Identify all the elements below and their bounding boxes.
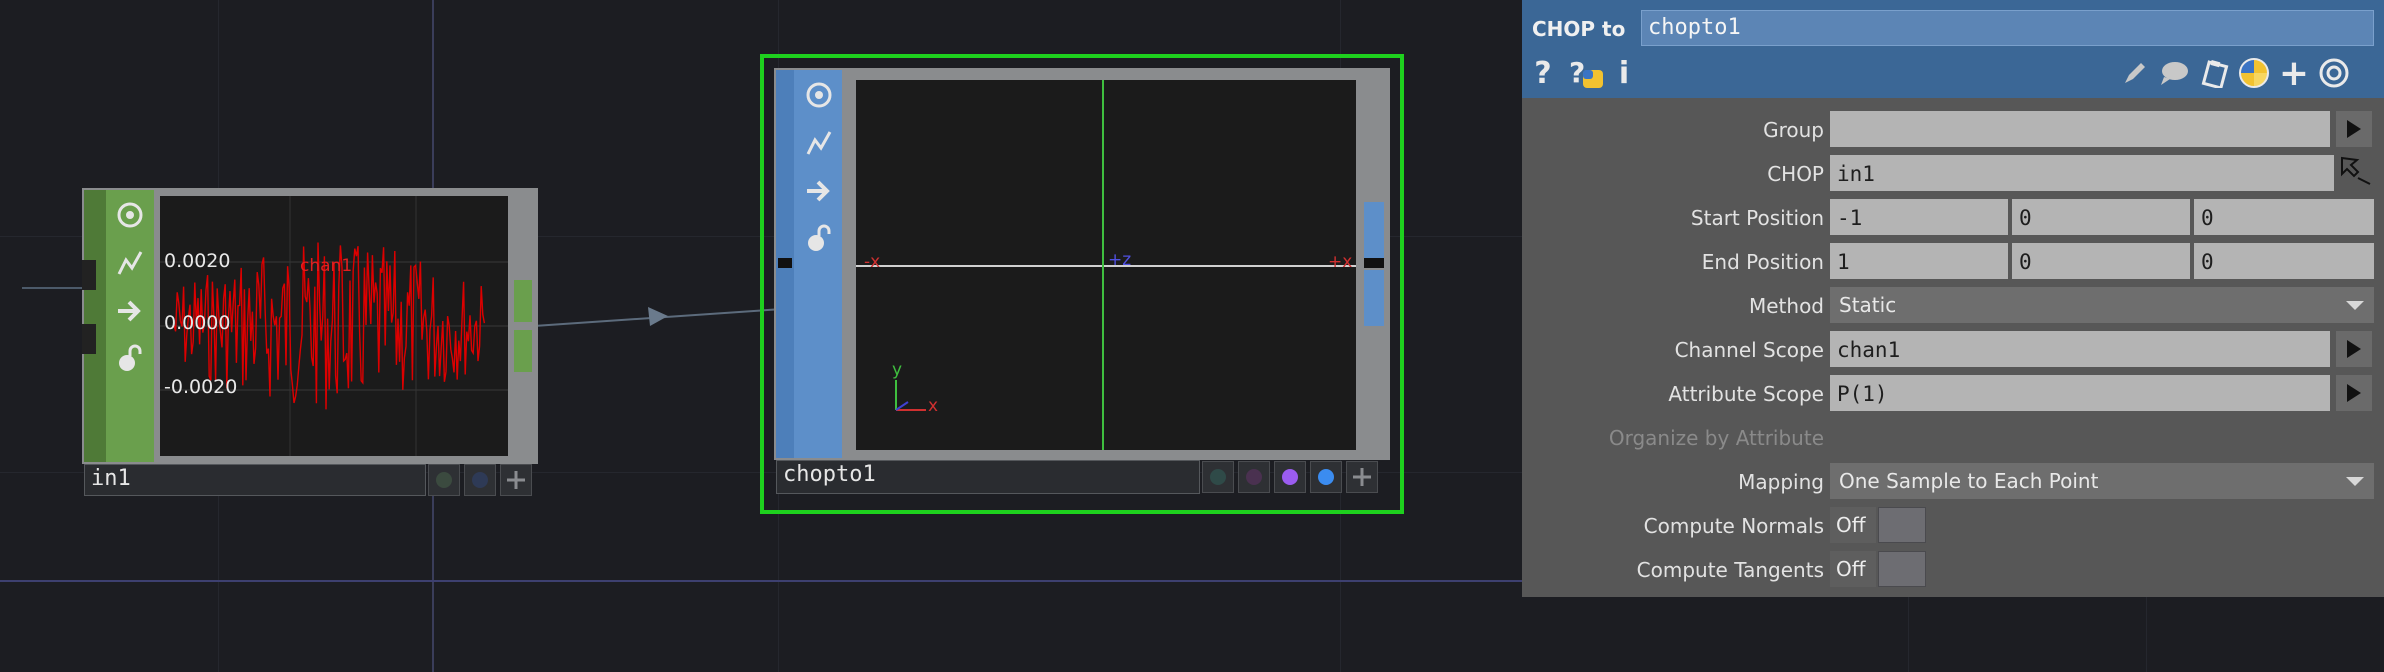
group-menu-button[interactable]: [2336, 111, 2372, 147]
input-connector[interactable]: [778, 258, 792, 268]
mapping-label: Mapping: [1738, 470, 1824, 494]
viewer-label-mid: 0.0000: [164, 312, 231, 334]
wire-arrow-icon: [648, 307, 668, 326]
add-icon-glyph: +: [2278, 52, 2310, 94]
group-field[interactable]: [1830, 111, 2330, 147]
compute-normals-label: Compute Normals: [1643, 514, 1824, 538]
start-position-x[interactable]: -1: [1830, 199, 2008, 235]
info-icon[interactable]: i: [1614, 55, 1634, 91]
channel-scope-field[interactable]: chan1: [1830, 331, 2330, 367]
viewer-dot-button[interactable]: [1202, 461, 1234, 493]
axis-label-pos-x: +x: [1328, 252, 1353, 272]
output-connector[interactable]: [1364, 258, 1384, 268]
output-connector[interactable]: [514, 330, 532, 372]
panel-header: CHOP to chopto1 ? ? i +: [1522, 0, 2384, 98]
end-position-x[interactable]: 1: [1830, 243, 2008, 279]
move-icon[interactable]: [1346, 461, 1378, 493]
viewer-dot-button[interactable]: [1238, 461, 1270, 493]
input-connector[interactable]: [82, 324, 96, 354]
play-icon: [2347, 120, 2361, 138]
compute-tangents-value: Off: [1830, 551, 1876, 587]
mapping-value: One Sample to Each Point: [1839, 469, 2099, 493]
channel-scope-menu-button[interactable]: [2336, 331, 2372, 367]
viewer-dot-button[interactable]: [1274, 461, 1306, 493]
operator-name-field[interactable]: chopto1: [1641, 10, 2374, 46]
viewer-dot-button[interactable]: [428, 464, 460, 496]
clipboard-icon[interactable]: [2198, 56, 2232, 90]
play-icon: [2347, 340, 2361, 358]
play-icon: [2347, 384, 2361, 402]
method-value: Static: [1839, 293, 1897, 317]
node-in1[interactable]: 0.0020 0.0000 -0.0020 chan1 in1: [82, 184, 538, 498]
python-help-icon[interactable]: ?: [1566, 56, 1606, 90]
node-chopto1[interactable]: -x +z +x y x chopto1: [760, 54, 1404, 514]
node-name-label[interactable]: chopto1: [776, 460, 1200, 494]
axis-label-neg-x: -x: [864, 252, 881, 272]
node-viewer[interactable]: -x +z +x y x: [856, 80, 1356, 450]
organize-by-attribute-label: Organize by Attribute: [1608, 426, 1824, 450]
method-dropdown[interactable]: Static: [1830, 287, 2374, 323]
node-viewer[interactable]: 0.0020 0.0000 -0.0020 chan1: [160, 196, 508, 456]
output-connector[interactable]: [1364, 202, 1384, 258]
end-position-label: End Position: [1701, 250, 1824, 274]
pencil-icon[interactable]: [2118, 56, 2152, 90]
add-icon[interactable]: +: [2278, 53, 2310, 94]
output-connector[interactable]: [514, 280, 532, 322]
group-label: Group: [1763, 118, 1824, 142]
move-icon[interactable]: [500, 464, 532, 496]
drag-select-icon[interactable]: [2336, 152, 2376, 192]
parameter-panel: CHOP to chopto1 ? ? i + Group CHOP in1 S…: [1522, 0, 2384, 597]
compute-normals-toggle[interactable]: [1878, 507, 1926, 543]
node-name-label[interactable]: in1: [84, 464, 426, 496]
start-position-z[interactable]: 0: [2194, 199, 2374, 235]
end-position-y[interactable]: 0: [2012, 243, 2190, 279]
display-arrow-icon[interactable]: [106, 288, 154, 334]
bypass-icon[interactable]: [106, 240, 154, 286]
mapping-dropdown[interactable]: One Sample to Each Point: [1830, 463, 2374, 499]
compute-normals-value: Off: [1830, 507, 1876, 543]
gizmo-label-x: x: [928, 396, 939, 416]
input-connector[interactable]: [82, 260, 96, 290]
viewer-dot-button[interactable]: [1310, 461, 1342, 493]
method-label: Method: [1748, 294, 1824, 318]
help-icon[interactable]: ?: [1530, 55, 1556, 91]
chop-field[interactable]: in1: [1830, 155, 2334, 191]
lock-icon[interactable]: [106, 336, 154, 382]
geometry-viewport: [856, 80, 1356, 450]
comment-icon[interactable]: [2156, 56, 2192, 90]
viewer-active-icon[interactable]: [106, 192, 154, 238]
viewer-active-icon[interactable]: [796, 72, 842, 118]
display-arrow-icon[interactable]: [796, 168, 842, 214]
attribute-scope-field[interactable]: P(1): [1830, 375, 2330, 411]
compute-tangents-label: Compute Tangents: [1636, 558, 1824, 582]
info-icon-glyph: i: [1618, 55, 1630, 91]
lock-icon[interactable]: [796, 216, 842, 262]
attribute-scope-menu-button[interactable]: [2336, 375, 2372, 411]
operator-type: CHOP to: [1532, 17, 1626, 41]
attribute-scope-label: Attribute Scope: [1668, 382, 1824, 406]
axis-label-pos-z: +z: [1108, 250, 1132, 270]
viewer-label-bottom: -0.0020: [164, 376, 238, 398]
target-icon[interactable]: [2316, 56, 2352, 90]
help-icon-glyph: ?: [1534, 55, 1552, 91]
python-icon[interactable]: [2236, 56, 2272, 90]
chevron-down-icon: [2346, 301, 2364, 310]
start-position-y[interactable]: 0: [2012, 199, 2190, 235]
gizmo-label-y: y: [892, 360, 903, 380]
end-position-z[interactable]: 0: [2194, 243, 2374, 279]
bypass-icon[interactable]: [796, 120, 842, 166]
chevron-down-icon: [2346, 477, 2364, 486]
viewer-label-top: 0.0020: [164, 250, 231, 272]
compute-tangents-toggle[interactable]: [1878, 551, 1926, 587]
channel-scope-label: Channel Scope: [1674, 338, 1824, 362]
output-connector[interactable]: [1364, 270, 1384, 326]
chop-label: CHOP: [1767, 162, 1824, 186]
viewer-dot-button[interactable]: [464, 464, 496, 496]
channel-label: chan1: [300, 256, 353, 276]
start-position-label: Start Position: [1690, 206, 1824, 230]
svg-text:?: ?: [1569, 56, 1585, 89]
